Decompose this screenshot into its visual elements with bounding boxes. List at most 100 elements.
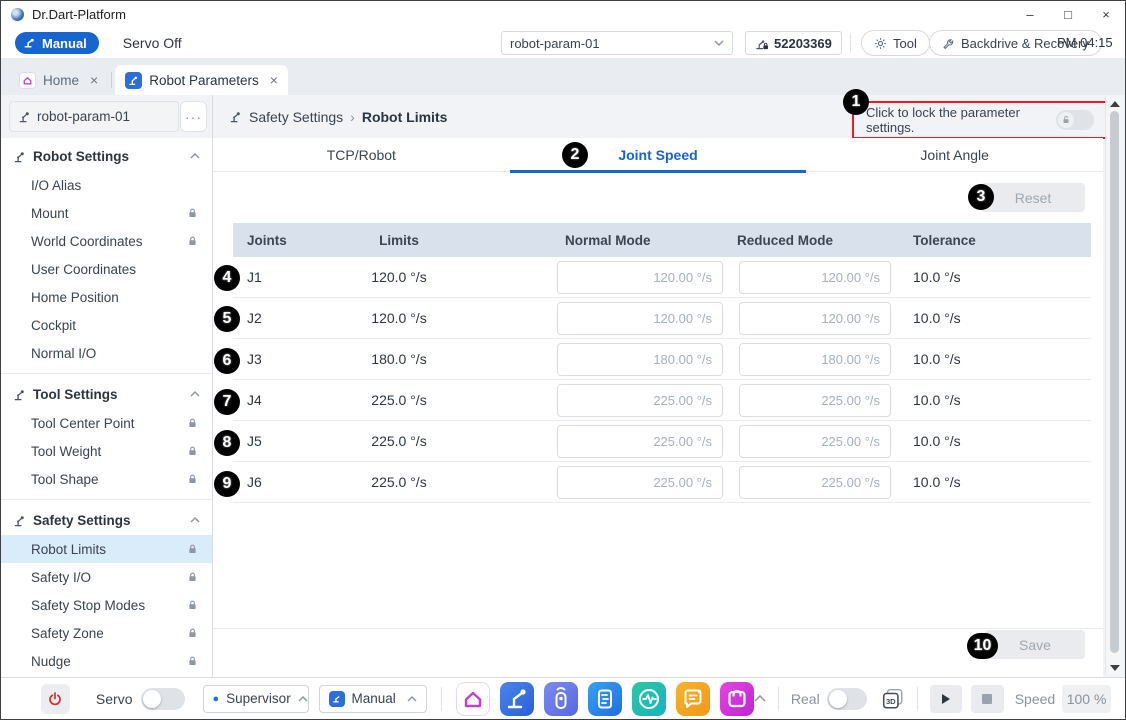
- lock-icon: [187, 655, 198, 667]
- monitoring-app-icon[interactable]: [632, 682, 666, 716]
- real-label: Real: [791, 691, 820, 707]
- lock-parameters-toggle[interactable]: [1056, 110, 1094, 130]
- reduced-mode-input[interactable]: [739, 466, 891, 499]
- toolbar-divider: [850, 33, 851, 53]
- sidebar-item-tool-shape[interactable]: Tool Shape: [1, 465, 212, 493]
- sidebar-item-tool-weight[interactable]: Tool Weight: [1, 437, 212, 465]
- dock-collapse-icon[interactable]: [754, 695, 766, 702]
- reset-button[interactable]: Reset: [981, 183, 1085, 212]
- chevron-up-icon[interactable]: [190, 517, 200, 523]
- limit-value: 120.0 °/s: [333, 269, 465, 285]
- sidebar-more-button[interactable]: ···: [180, 101, 207, 132]
- power-button[interactable]: [41, 684, 70, 714]
- robot-serial-value: 52203369: [774, 36, 832, 51]
- sidebar-param-name[interactable]: robot-param-01: [9, 101, 179, 132]
- sidebar-item-cockpit[interactable]: Cockpit: [1, 311, 212, 339]
- sidebar-section-tool-settings[interactable]: Tool Settings: [1, 379, 212, 409]
- maximize-button[interactable]: □: [1049, 1, 1087, 28]
- normal-mode-input[interactable]: [557, 302, 723, 335]
- chevron-up-icon: [298, 696, 308, 702]
- col-header-joints: Joints: [233, 233, 333, 248]
- stop-button[interactable]: [971, 685, 1004, 713]
- sidebar-item-world-coordinates[interactable]: World Coordinates: [1, 227, 212, 255]
- speed-value[interactable]: 100 %: [1062, 685, 1111, 713]
- table-row: J5 225.0 °/s 10.0 °/s: [233, 421, 1091, 462]
- sidebar-item-home-position[interactable]: Home Position: [1, 283, 212, 311]
- robot-serial-box[interactable]: 52203369: [745, 31, 842, 55]
- sidebar-item-robot-limits[interactable]: Robot Limits: [1, 535, 212, 563]
- reduced-mode-input[interactable]: [739, 302, 891, 335]
- save-button[interactable]: Save: [985, 630, 1085, 659]
- sidebar-item-nudge[interactable]: Nudge: [1, 647, 212, 675]
- scroll-down-icon[interactable]: [1110, 665, 1120, 671]
- mode-select[interactable]: Manual: [319, 685, 428, 713]
- normal-mode-input[interactable]: [557, 425, 723, 458]
- sidebar-param-name-label: robot-param-01: [37, 109, 130, 124]
- table-header-row: Joints Limits Normal Mode Reduced Mode T…: [233, 223, 1091, 257]
- chevron-up-icon[interactable]: [190, 153, 200, 159]
- sidebar-item-normal-i-o[interactable]: Normal I/O: [1, 339, 212, 367]
- close-button[interactable]: ×: [1087, 1, 1125, 28]
- section-items: I/O Alias Mount World Coordinates User C…: [1, 171, 212, 367]
- tab-joint-speed[interactable]: Joint Speed: [510, 138, 807, 171]
- viewer-3d-button[interactable]: 3D: [881, 687, 905, 711]
- normal-mode-input[interactable]: [557, 343, 723, 376]
- chevron-up-icon: [407, 696, 417, 702]
- sidebar-item-user-coordinates[interactable]: User Coordinates: [1, 255, 212, 283]
- tool-button[interactable]: Tool: [861, 30, 930, 56]
- normal-mode-input[interactable]: [557, 466, 723, 499]
- sidebar-section-safety-settings[interactable]: Safety Settings: [1, 505, 212, 535]
- task-writer-app-icon[interactable]: [588, 682, 622, 716]
- manual-mode-button[interactable]: Manual: [15, 32, 99, 54]
- tab-tcp-robot[interactable]: TCP/Robot: [213, 138, 510, 171]
- footer-divider: [213, 628, 1103, 629]
- servo-toggle[interactable]: [141, 688, 185, 710]
- table-row: J1 120.0 °/s 10.0 °/s: [233, 257, 1091, 298]
- chevron-up-icon[interactable]: [190, 391, 200, 397]
- reduced-mode-input[interactable]: [739, 261, 891, 294]
- statusbar-divider: [441, 687, 442, 711]
- tab-home[interactable]: Home ×: [9, 65, 108, 95]
- reduced-mode-input[interactable]: [739, 425, 891, 458]
- tab-robot-parameters-close-icon[interactable]: ×: [270, 72, 278, 88]
- tab-robot-parameters[interactable]: Robot Parameters ×: [115, 65, 288, 95]
- play-button[interactable]: [930, 685, 963, 713]
- param-file-select[interactable]: robot-param-01: [501, 31, 733, 55]
- store-app-icon[interactable]: [720, 682, 754, 716]
- remote-control-app-icon[interactable]: [544, 682, 578, 716]
- tab-joint-angle[interactable]: Joint Angle: [806, 138, 1103, 171]
- role-select[interactable]: ● Supervisor: [203, 685, 309, 713]
- sidebar-item-mount[interactable]: Mount: [1, 199, 212, 227]
- tolerance-value: 10.0 °/s: [891, 433, 1091, 449]
- normal-mode-input[interactable]: [557, 261, 723, 294]
- annotation-badge-10: 10: [967, 633, 998, 659]
- home-app-icon[interactable]: [456, 682, 490, 716]
- sidebar-item-safety-i-o[interactable]: Safety I/O: [1, 563, 212, 591]
- sidebar-section-robot-settings[interactable]: Robot Settings: [1, 141, 212, 171]
- limit-value: 180.0 °/s: [333, 351, 465, 367]
- sidebar-item-tool-center-point[interactable]: Tool Center Point: [1, 409, 212, 437]
- tolerance-value: 10.0 °/s: [891, 392, 1091, 408]
- sidebar-section-title: Safety Settings: [33, 513, 131, 528]
- reduced-mode-input[interactable]: [739, 384, 891, 417]
- sidebar-item-i-o-alias[interactable]: I/O Alias: [1, 171, 212, 199]
- status-bar: Servo ● Supervisor Manual Real 3D Speed …: [1, 677, 1125, 719]
- real-toggle[interactable]: [827, 688, 867, 710]
- sidebar-item-safety-zone[interactable]: Safety Zone: [1, 619, 212, 647]
- robot-settings-app-icon[interactable]: [500, 682, 534, 716]
- breadcrumb-current: Robot Limits: [362, 109, 448, 125]
- scroll-up-icon[interactable]: [1110, 101, 1120, 107]
- tab-home-close-icon[interactable]: ×: [90, 72, 98, 88]
- message-app-icon[interactable]: [676, 682, 710, 716]
- joint-label: J3: [233, 351, 333, 367]
- vertical-scrollbar[interactable]: [1105, 97, 1122, 675]
- tolerance-value: 10.0 °/s: [891, 474, 1091, 490]
- reduced-mode-input[interactable]: [739, 343, 891, 376]
- sidebar-item-safety-stop-modes[interactable]: Safety Stop Modes: [1, 591, 212, 619]
- normal-mode-input[interactable]: [557, 384, 723, 417]
- tab-robot-parameters-label: Robot Parameters: [149, 73, 259, 88]
- robot-icon: [18, 110, 31, 123]
- minimize-button[interactable]: –: [1011, 1, 1049, 28]
- breadcrumb-parent[interactable]: Safety Settings: [249, 109, 343, 125]
- scrollbar-thumb[interactable]: [1110, 111, 1119, 653]
